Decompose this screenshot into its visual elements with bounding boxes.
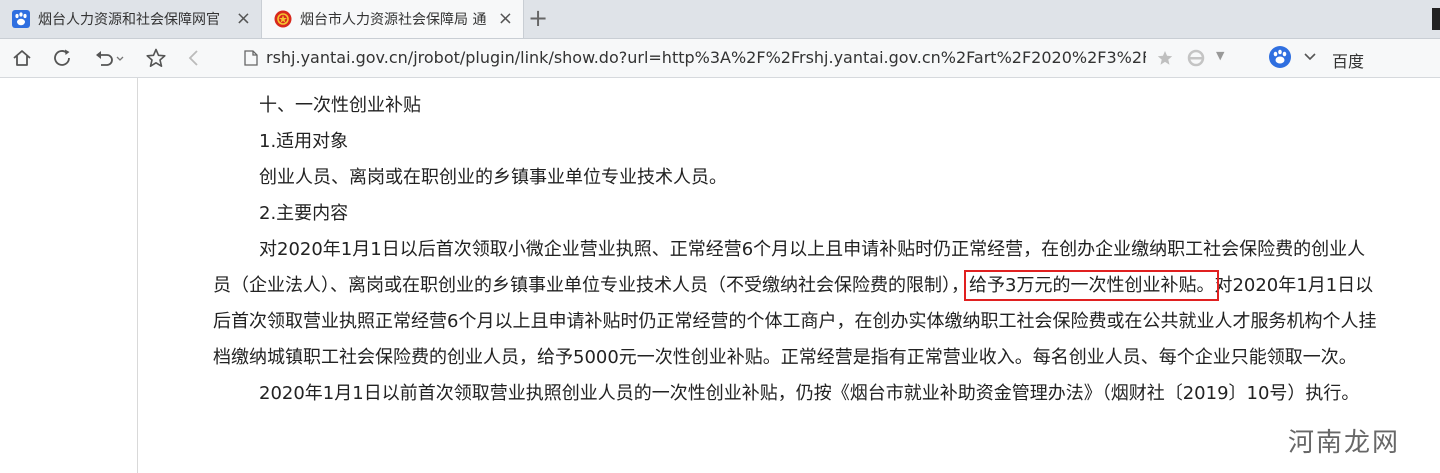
close-icon[interactable]: × — [498, 10, 513, 28]
address-bar[interactable]: rshj.yantai.gov.cn/jrobot/plugin/link/sh… — [232, 43, 1242, 73]
home-icon — [13, 50, 31, 66]
tab-yantai-hr-official[interactable]: 烟台人力资源和社会保障网官 × — [0, 0, 262, 38]
back-button[interactable] — [182, 46, 206, 70]
baidu-paw-icon — [12, 10, 30, 28]
compat-mode-icon[interactable] — [1186, 48, 1206, 68]
search-engine-label[interactable]: 百度 — [1332, 48, 1364, 72]
secondary-paragraph: 2020年1月1日以前首次领取营业执照创业人员的一次性创业补贴，仍按《烟台市就业… — [259, 383, 1360, 404]
bookmark-star-icon[interactable] — [1156, 49, 1174, 67]
refresh-button[interactable] — [50, 46, 74, 70]
page-icon — [244, 50, 258, 66]
tab-strip: 烟台人力资源和社会保障网官 × 烟台市人力资源社会保障局 通 × + — [0, 0, 1440, 39]
page-content: 十、一次性创业补贴 1.适用对象 创业人员、离岗或在职创业的乡镇事业单位专业技术… — [0, 78, 1440, 473]
content-border — [137, 78, 138, 473]
chevron-left-icon — [188, 50, 198, 66]
article-body: 十、一次性创业补贴 1.适用对象 创业人员、离岗或在职创业的乡镇事业单位专业技术… — [213, 88, 1383, 412]
chevron-down-icon[interactable] — [1302, 49, 1318, 65]
baidu-paw-icon[interactable] — [1268, 45, 1292, 69]
emblem-icon — [274, 10, 292, 28]
undo-button[interactable] — [92, 46, 128, 70]
new-tab-button[interactable]: + — [528, 6, 548, 30]
section-heading: 十、一次性创业补贴 — [259, 95, 421, 116]
chevron-down-icon[interactable]: ▼ — [1216, 49, 1224, 62]
favorite-button[interactable] — [144, 46, 168, 70]
eligibility-text: 创业人员、离岗或在职创业的乡镇事业单位专业技术人员。 — [259, 167, 727, 188]
tab-title: 烟台人力资源和社会保障网官 — [38, 12, 220, 28]
url-text[interactable]: rshj.yantai.gov.cn/jrobot/plugin/link/sh… — [266, 48, 1146, 67]
subsection-title: 1.适用对象 — [259, 131, 349, 152]
tab-title: 烟台市人力资源社会保障局 通 — [300, 12, 487, 28]
window-edge — [1432, 8, 1440, 30]
subsection-title: 2.主要内容 — [259, 203, 349, 224]
watermark: 河南龙网 — [1287, 428, 1400, 458]
refresh-icon — [54, 49, 70, 66]
tab-yantai-hr-bureau[interactable]: 烟台市人力资源社会保障局 通 × — [262, 0, 524, 38]
main-paragraph: 对2020年1月1日以后首次领取小微企业营业执照、正常经营6个月以上且申请补贴时… — [213, 232, 1383, 376]
close-icon[interactable]: × — [236, 10, 251, 28]
browser-toolbar: rshj.yantai.gov.cn/jrobot/plugin/link/sh… — [0, 39, 1440, 78]
home-button[interactable] — [10, 46, 34, 70]
star-outline-icon — [146, 48, 166, 68]
highlighted-subsidy-text: 给予3万元的一次性创业补贴。 — [963, 270, 1220, 301]
undo-icon — [96, 51, 124, 66]
